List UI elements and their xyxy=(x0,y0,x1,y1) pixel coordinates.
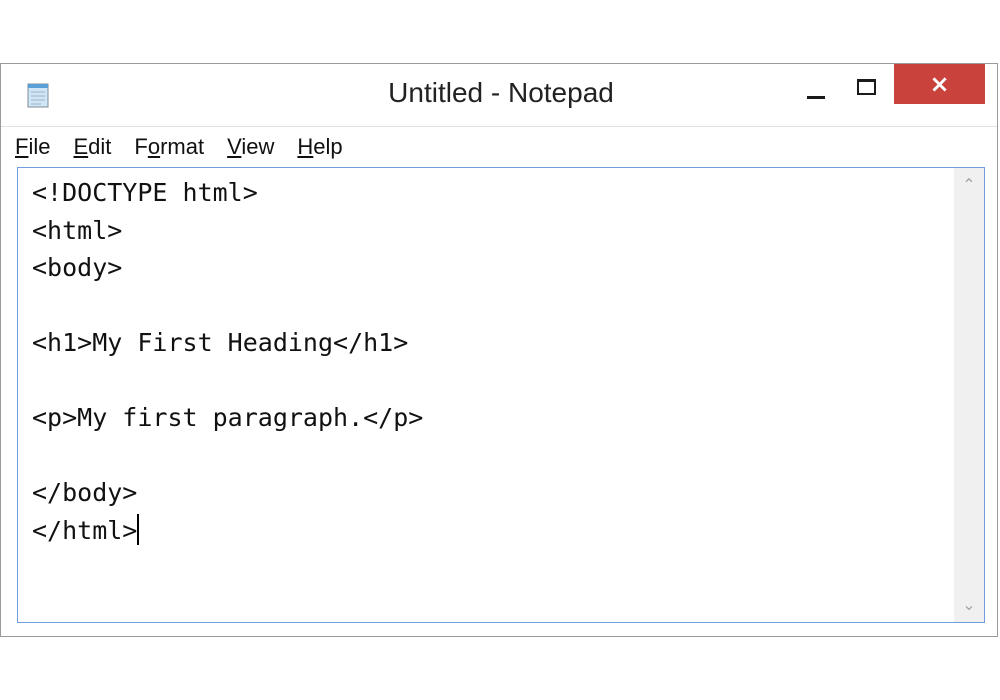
menu-format-label: rmat xyxy=(160,133,205,159)
notepad-window: Untitled - Notepad × File Edit Format Vi… xyxy=(0,63,998,637)
editor-content[interactable]: <!DOCTYPE html> <html> <body> <h1>My Fir… xyxy=(32,174,423,549)
menu-file[interactable]: File xyxy=(15,134,50,160)
close-button[interactable]: × xyxy=(894,64,985,104)
close-icon: × xyxy=(929,70,950,98)
menu-help-mnemonic: H xyxy=(297,133,314,159)
menu-edit-mnemonic: E xyxy=(73,133,89,159)
menu-edit-label: dit xyxy=(88,133,112,159)
menu-format-mnemonic: o xyxy=(147,133,161,159)
menu-help-label: elp xyxy=(313,133,343,159)
menu-bar: File Edit Format View Help xyxy=(1,126,997,166)
menu-format[interactable]: Format xyxy=(134,134,204,160)
text-caret xyxy=(137,513,140,545)
menu-format-prefix: F xyxy=(134,133,148,159)
title-bar[interactable]: Untitled - Notepad × xyxy=(1,64,997,126)
menu-file-label: ile xyxy=(28,133,51,159)
maximize-icon[interactable] xyxy=(846,66,892,108)
minimize-icon[interactable] xyxy=(791,66,841,108)
window-title: Untitled - Notepad xyxy=(388,77,614,108)
menu-view[interactable]: View xyxy=(227,134,274,160)
chevron-up-icon[interactable]: ⌃ xyxy=(954,170,984,200)
vertical-scrollbar[interactable]: ⌃ ⌄ xyxy=(954,168,984,622)
chevron-down-icon[interactable]: ⌄ xyxy=(954,590,984,620)
text-editor[interactable]: <!DOCTYPE html> <html> <body> <h1>My Fir… xyxy=(17,167,985,623)
menu-view-label: iew xyxy=(241,133,275,159)
menu-file-mnemonic: F xyxy=(15,133,29,159)
notepad-icon[interactable] xyxy=(23,80,53,110)
editor-text: <!DOCTYPE html> <html> <body> <h1>My Fir… xyxy=(32,178,424,545)
menu-edit[interactable]: Edit xyxy=(73,134,111,160)
menu-view-mnemonic: V xyxy=(227,133,242,159)
menu-help[interactable]: Help xyxy=(297,134,342,160)
